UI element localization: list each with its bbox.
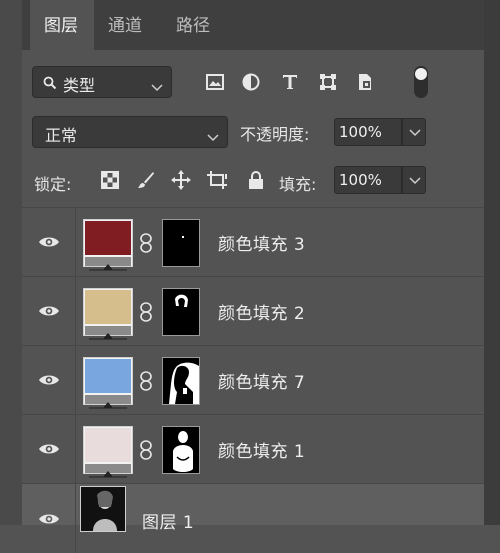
- fill-layer-marker: [85, 257, 131, 271]
- lock-label: 锁定:: [34, 175, 72, 194]
- search-icon: [43, 75, 57, 94]
- link-icon[interactable]: [138, 233, 154, 253]
- fill-label: 填充:: [279, 175, 317, 194]
- type-filter-icon[interactable]: [277, 68, 303, 96]
- layer-row[interactable]: 颜色填充 3: [22, 207, 484, 277]
- link-icon[interactable]: [138, 440, 154, 460]
- fill-layer-marker: [85, 464, 131, 478]
- fill-layer-marker: [85, 326, 131, 340]
- opacity-label: 不透明度:: [240, 125, 310, 144]
- fill-input[interactable]: 100%: [334, 166, 402, 194]
- fill-color-thumbnail[interactable]: [83, 219, 133, 271]
- visibility-column[interactable]: [22, 346, 76, 415]
- toggle-knob: [415, 68, 427, 80]
- chevron-down-icon: [151, 77, 163, 96]
- chevron-down-icon: [207, 127, 219, 146]
- eye-icon[interactable]: [38, 442, 60, 456]
- layer-mask-thumbnail[interactable]: [162, 357, 200, 405]
- layer-filter-kind-dropdown[interactable]: 类型: [32, 66, 172, 98]
- layer-row[interactable]: 颜色填充 1: [22, 414, 484, 484]
- visibility-column[interactable]: [22, 484, 76, 553]
- fill-color-swatch: [85, 359, 131, 393]
- visibility-column[interactable]: [22, 208, 76, 277]
- eye-icon[interactable]: [38, 373, 60, 387]
- layer-mask-thumbnail[interactable]: [162, 219, 200, 267]
- blend-mode-value: 正常: [45, 126, 78, 145]
- visibility-column[interactable]: [22, 415, 76, 484]
- panel-left-edge: [0, 0, 22, 525]
- lock-all-icon[interactable]: [244, 168, 268, 192]
- shape-filter-icon[interactable]: [315, 68, 341, 96]
- link-icon[interactable]: [138, 371, 154, 391]
- fill-dropdown-button[interactable]: [402, 166, 426, 194]
- fill-color-thumbnail[interactable]: [83, 357, 133, 409]
- layer-name[interactable]: 颜色填充 3: [218, 230, 305, 255]
- chevron-down-icon: [409, 177, 421, 185]
- lock-position-icon[interactable]: [169, 168, 193, 192]
- fill-color-swatch: [85, 290, 131, 324]
- layer-row[interactable]: 颜色填充 7: [22, 345, 484, 415]
- adjustment-filter-icon[interactable]: [238, 68, 264, 96]
- lock-artboard-icon[interactable]: [205, 168, 229, 192]
- layer-mask-thumbnail[interactable]: [162, 426, 200, 474]
- layer-name[interactable]: 颜色填充 2: [218, 299, 305, 324]
- fill-color-swatch: [85, 428, 131, 462]
- eye-icon[interactable]: [38, 235, 60, 249]
- layers-panel: 图层 通道 路径 类型 正常 不透明度: 100% 锁定: 填充: 100% 颜…: [22, 0, 484, 553]
- opacity-input[interactable]: 100%: [334, 118, 402, 146]
- lock-image-pixels-icon[interactable]: [134, 168, 158, 192]
- layer-name[interactable]: 图层 1: [142, 508, 194, 533]
- layer-row[interactable]: 图层 1: [22, 483, 484, 553]
- layer-name[interactable]: 颜色填充 1: [218, 437, 305, 462]
- tab-layers[interactable]: 图层: [30, 0, 94, 50]
- chevron-down-icon: [409, 129, 421, 137]
- tab-channels[interactable]: 通道: [94, 0, 162, 50]
- link-icon[interactable]: [138, 302, 154, 322]
- filter-kind-label: 类型: [63, 76, 96, 95]
- layer-row[interactable]: 颜色填充 2: [22, 276, 484, 346]
- fill-layer-marker: [85, 395, 131, 409]
- image-filter-icon[interactable]: [202, 68, 228, 96]
- filter-toggle-switch[interactable]: [414, 66, 428, 98]
- panel-tab-bar: 图层 通道 路径: [22, 0, 484, 50]
- visibility-column[interactable]: [22, 277, 76, 346]
- layer-name[interactable]: 颜色填充 7: [218, 368, 305, 393]
- eye-icon[interactable]: [38, 512, 60, 526]
- layer-mask-thumbnail[interactable]: [162, 288, 200, 336]
- fill-color-thumbnail[interactable]: [83, 426, 133, 478]
- blend-mode-dropdown[interactable]: 正常: [32, 116, 228, 148]
- layer-image-thumbnail[interactable]: [80, 486, 126, 532]
- tab-paths[interactable]: 路径: [162, 0, 226, 50]
- fill-color-swatch: [85, 221, 131, 255]
- eye-icon[interactable]: [38, 304, 60, 318]
- smart-object-filter-icon[interactable]: [352, 68, 378, 96]
- lock-transparent-pixels-icon[interactable]: [98, 168, 122, 192]
- fill-color-thumbnail[interactable]: [83, 288, 133, 340]
- opacity-dropdown-button[interactable]: [402, 118, 426, 146]
- panel-scrollbar[interactable]: [484, 0, 500, 525]
